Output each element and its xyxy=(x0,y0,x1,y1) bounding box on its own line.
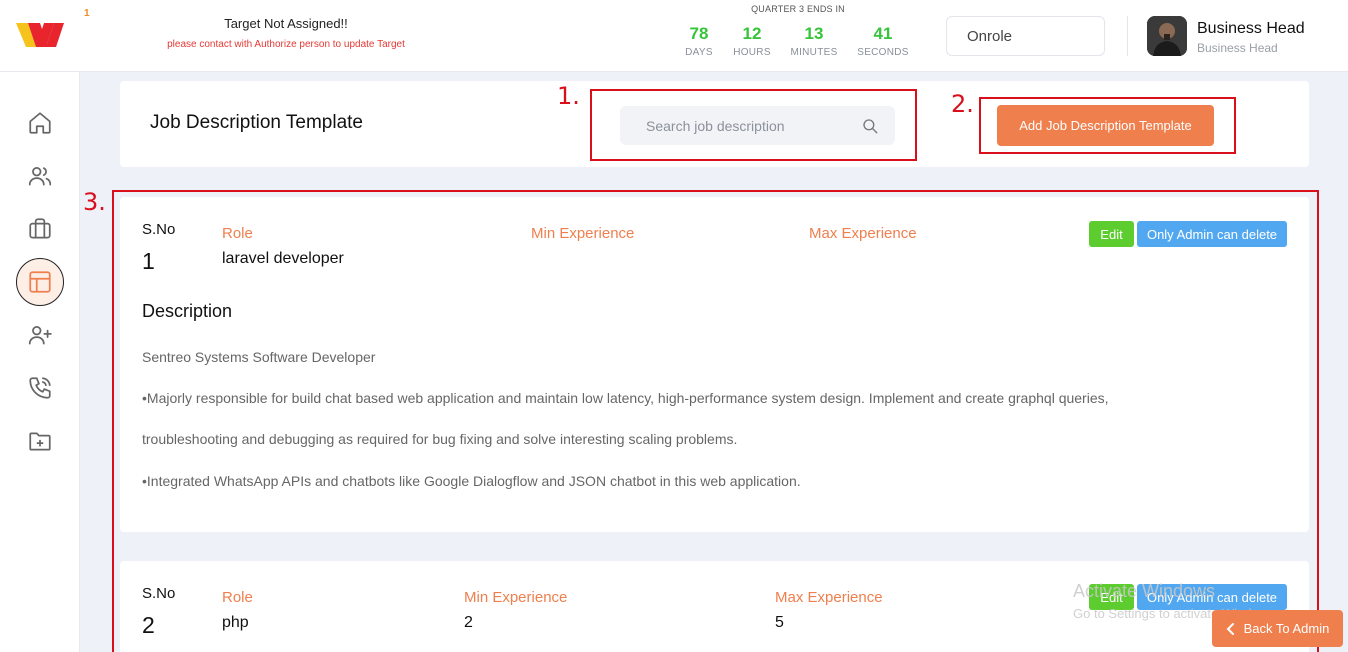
users-icon xyxy=(28,167,52,186)
company-logo[interactable] xyxy=(14,17,66,51)
sidebar-item-calls[interactable] xyxy=(16,364,64,412)
sidebar-item-jobs[interactable] xyxy=(16,205,64,253)
countdown-value: 78 xyxy=(689,24,709,43)
briefcase-icon xyxy=(29,218,51,239)
sidebar-item-add-user[interactable] xyxy=(16,311,64,359)
countdown-days: 78 DAYS xyxy=(671,24,727,58)
template-icon xyxy=(29,271,51,293)
countdown-label: SECONDS xyxy=(857,47,909,58)
notification-badge: 1 xyxy=(84,8,90,19)
sidebar-item-folder[interactable] xyxy=(16,417,64,465)
countdown-hours: 12 HOURS xyxy=(724,24,780,58)
folder-plus-icon xyxy=(29,432,51,451)
back-to-admin-button[interactable]: Back To Admin xyxy=(1212,610,1343,647)
sidebar-item-templates[interactable] xyxy=(16,258,64,306)
annotation-box-1 xyxy=(590,89,917,161)
countdown-label: MINUTES xyxy=(790,47,838,58)
role-select[interactable]: Onrole xyxy=(946,16,1105,56)
phone-icon xyxy=(29,377,51,399)
user-role: Business Head xyxy=(1197,41,1278,55)
sidebar xyxy=(0,72,80,652)
annotation-box-2 xyxy=(979,97,1236,154)
chevron-left-icon xyxy=(1226,622,1234,635)
sidebar-item-home[interactable] xyxy=(16,99,64,147)
home-icon xyxy=(29,112,51,134)
sidebar-item-users[interactable] xyxy=(16,152,64,200)
page-title: Job Description Template xyxy=(150,112,363,133)
annotation-label-3: 3. xyxy=(83,188,106,216)
top-bar: 1 Target Not Assigned!! please contact w… xyxy=(0,0,1348,72)
back-to-admin-label: Back To Admin xyxy=(1243,621,1330,636)
quarter-label: QUARTER 3 ENDS IN xyxy=(751,4,845,14)
countdown-label: DAYS xyxy=(685,47,713,58)
target-subtitle: please contact with Authorize person to … xyxy=(167,39,405,50)
user-plus-icon xyxy=(28,326,52,345)
os-watermark-title: Activate Windows xyxy=(1073,581,1216,601)
countdown-value: 12 xyxy=(742,24,762,43)
countdown-minutes: 13 MINUTES xyxy=(786,24,842,58)
user-name[interactable]: Business Head xyxy=(1197,20,1305,38)
countdown-value: 13 xyxy=(804,24,824,43)
target-notice: Target Not Assigned!! please contact wit… xyxy=(130,16,442,50)
header-divider xyxy=(1127,16,1128,56)
countdown-seconds: 41 SECONDS xyxy=(855,24,911,58)
target-title: Target Not Assigned!! xyxy=(224,16,348,31)
countdown-value: 41 xyxy=(873,24,893,43)
annotation-label-1: 1. xyxy=(557,82,580,110)
countdown-label: HOURS xyxy=(733,47,771,58)
annotation-label-2: 2. xyxy=(951,90,974,118)
avatar[interactable] xyxy=(1147,16,1187,56)
